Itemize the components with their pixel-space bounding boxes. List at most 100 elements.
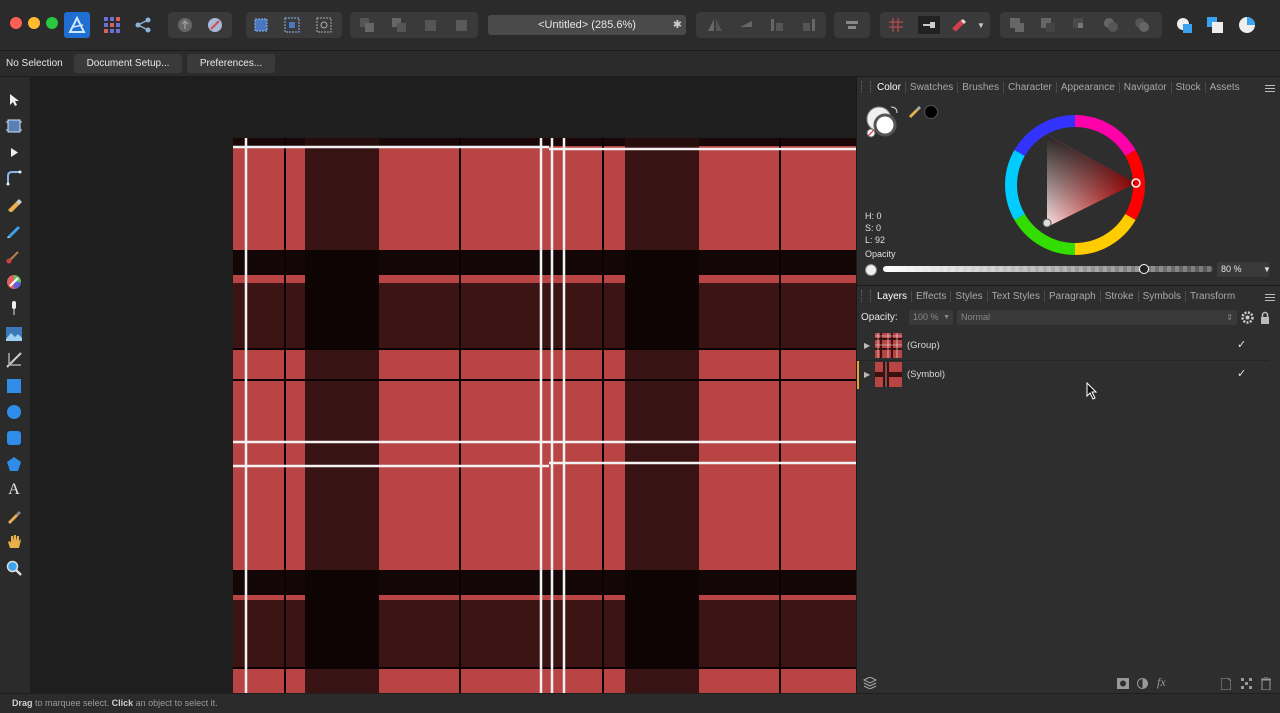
color-panel-menu-icon[interactable] — [1265, 83, 1275, 94]
trash-icon[interactable] — [1261, 676, 1271, 693]
tab-color[interactable]: Color — [873, 81, 906, 93]
tab-transform[interactable]: Transform — [1186, 291, 1239, 302]
snapping-icon[interactable] — [206, 16, 224, 34]
magnet-icon[interactable] — [950, 16, 968, 34]
rectangle-tool-icon[interactable] — [4, 376, 24, 396]
upload-icon[interactable] — [176, 16, 194, 34]
select-inside-icon[interactable] — [283, 16, 301, 34]
fill-stroke-selector[interactable] — [865, 105, 899, 142]
visibility-checkmark-icon[interactable]: ✓ — [1237, 367, 1246, 380]
layers-stack-icon[interactable] — [862, 676, 878, 692]
blend-mode-select[interactable]: Normal ⇕ — [957, 310, 1237, 325]
snap-toggle-icon[interactable] — [918, 16, 940, 34]
layer-row[interactable]: ▶ (Group) ✓ — [857, 332, 1269, 361]
tab-effects[interactable]: Effects — [912, 290, 952, 302]
color-picker-icon[interactable] — [4, 506, 24, 526]
move-to-back-icon[interactable] — [421, 16, 439, 34]
affinity-designer-persona-icon[interactable] — [64, 12, 90, 38]
color-wheel[interactable] — [1005, 115, 1145, 258]
corner-tool-icon[interactable] — [4, 168, 24, 188]
minimize-window-button[interactable] — [28, 17, 40, 29]
expand-arrow-icon[interactable]: ▶ — [864, 370, 870, 379]
tab-paragraph[interactable]: Paragraph — [1045, 290, 1101, 302]
zoom-window-button[interactable] — [46, 17, 58, 29]
panel-grip[interactable] — [861, 81, 871, 93]
tab-assets[interactable]: Assets — [1206, 82, 1244, 93]
pixel-persona-icon[interactable] — [103, 16, 121, 34]
pen-tool-icon[interactable] — [4, 194, 24, 214]
opacity-slider-handle[interactable] — [1139, 264, 1149, 274]
panel-grip[interactable] — [861, 290, 871, 302]
intersect-boolean-icon[interactable] — [1071, 16, 1089, 34]
plaid-artwork[interactable] — [233, 138, 856, 693]
adjustment-icon[interactable] — [1137, 678, 1148, 692]
place-image-icon[interactable] — [4, 324, 24, 344]
preferences-button[interactable]: Preferences... — [187, 54, 275, 73]
subtract-boolean-icon[interactable] — [1039, 16, 1057, 34]
vector-crop-icon[interactable] — [4, 350, 24, 370]
tab-text-styles[interactable]: Text Styles — [988, 290, 1045, 302]
tab-navigator[interactable]: Navigator — [1120, 81, 1172, 93]
tab-character[interactable]: Character — [1004, 81, 1057, 93]
insert-inside-icon[interactable] — [1175, 16, 1193, 34]
fill-tool-icon[interactable] — [4, 272, 24, 292]
select-outline-icon[interactable] — [315, 16, 333, 34]
move-back-icon[interactable] — [358, 16, 376, 34]
grid-icon[interactable] — [887, 16, 905, 34]
export-persona-icon[interactable] — [134, 16, 152, 34]
color-swatch-black[interactable] — [924, 105, 938, 119]
xor-boolean-icon[interactable] — [1102, 16, 1120, 34]
tab-layers[interactable]: Layers — [873, 290, 913, 302]
visibility-checkmark-icon[interactable]: ✓ — [1237, 338, 1246, 351]
node-tool-icon[interactable] — [4, 142, 24, 162]
tab-appearance[interactable]: Appearance — [1057, 81, 1120, 93]
close-window-button[interactable] — [10, 17, 22, 29]
layers-panel-menu-icon[interactable] — [1265, 292, 1275, 303]
tab-brushes[interactable]: Brushes — [958, 81, 1004, 93]
tab-symbols[interactable]: Symbols — [1139, 290, 1186, 302]
text-tool-icon[interactable]: A — [4, 480, 24, 500]
rotate-left-icon[interactable] — [768, 16, 786, 34]
rounded-rect-tool-icon[interactable] — [4, 428, 24, 448]
layer-row[interactable]: ▶ (Symbol) ✓ — [857, 361, 1269, 389]
hand-tool-icon[interactable] — [4, 532, 24, 552]
add-layer-icon[interactable] — [1220, 677, 1232, 693]
canvas-area[interactable] — [30, 77, 856, 693]
ellipse-tool-icon[interactable] — [4, 402, 24, 422]
add-boolean-icon[interactable] — [1008, 16, 1026, 34]
vector-brush-icon[interactable] — [4, 246, 24, 266]
insert-top-icon[interactable] — [1238, 16, 1256, 34]
tab-styles[interactable]: Styles — [951, 290, 988, 302]
expand-arrow-icon[interactable]: ▶ — [864, 341, 870, 350]
document-setup-button[interactable]: Document Setup... — [74, 54, 182, 73]
flip-horizontal-icon[interactable] — [706, 16, 724, 34]
snapping-dropdown-icon[interactable]: ▼ — [974, 16, 988, 34]
tab-stock[interactable]: Stock — [1172, 81, 1206, 93]
move-tool-icon[interactable] — [4, 90, 24, 110]
lock-icon[interactable] — [1260, 311, 1270, 327]
pencil-tool-icon[interactable] — [4, 220, 24, 240]
mask-icon[interactable] — [1117, 678, 1129, 692]
gear-icon[interactable] — [1241, 311, 1254, 327]
layer-opacity-field[interactable]: 100 % ▼ — [909, 310, 953, 325]
transparency-tool-icon[interactable] — [4, 298, 24, 318]
opacity-slider[interactable] — [883, 266, 1213, 272]
eyedropper-icon[interactable] — [907, 104, 921, 121]
insert-behind-icon[interactable] — [1206, 16, 1224, 34]
rotate-right-icon[interactable] — [800, 16, 818, 34]
polygon-tool-icon[interactable] — [4, 454, 24, 474]
flip-vertical-icon[interactable] — [737, 16, 755, 34]
divide-boolean-icon[interactable] — [1133, 16, 1151, 34]
select-all-icon[interactable] — [252, 16, 270, 34]
group-icon[interactable] — [1241, 678, 1252, 692]
document-title-tab[interactable]: <Untitled> (285.6%) ✱ — [488, 15, 686, 35]
fx-icon[interactable]: fx — [1157, 675, 1166, 690]
opacity-dropdown-icon[interactable]: ▼ — [1259, 262, 1275, 277]
tab-swatches[interactable]: Swatches — [906, 81, 959, 93]
move-to-front-icon[interactable] — [452, 16, 470, 34]
tab-stroke[interactable]: Stroke — [1101, 290, 1139, 302]
align-icon[interactable] — [843, 16, 861, 34]
move-forward-icon[interactable] — [390, 16, 408, 34]
artboard-tool-icon[interactable] — [4, 116, 24, 136]
zoom-tool-icon[interactable] — [4, 558, 24, 578]
